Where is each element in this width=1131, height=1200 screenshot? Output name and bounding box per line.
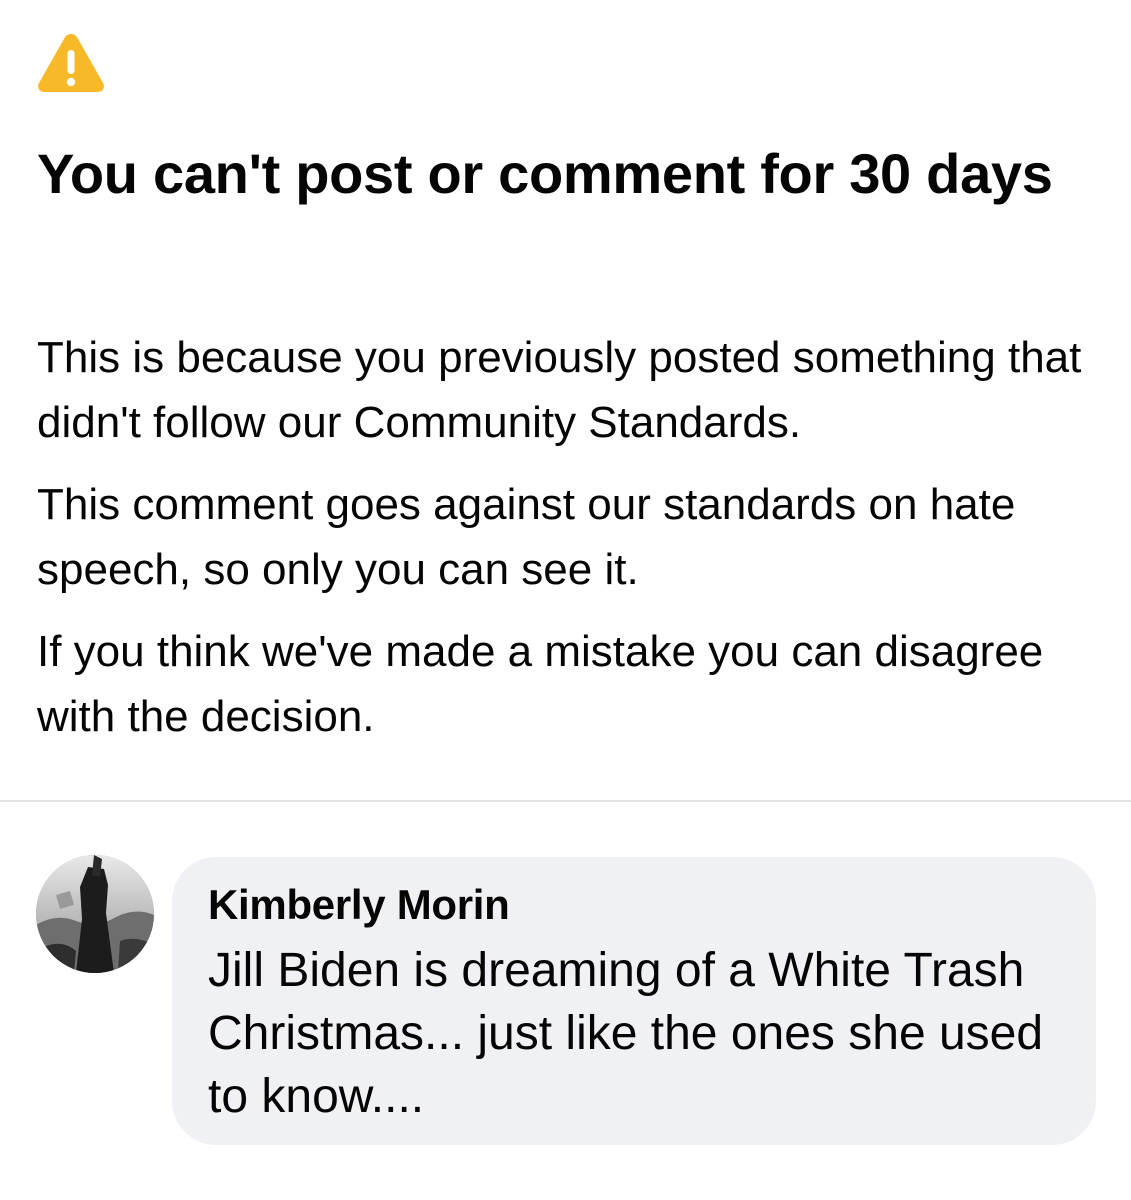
- violation-text: This comment goes against our standards …: [37, 480, 1016, 594]
- section-divider: [0, 800, 1131, 802]
- avatar[interactable]: [36, 855, 154, 973]
- reason-text: This is because you previously posted so…: [37, 333, 1082, 447]
- comment-bubble[interactable]: Kimberly Morin Jill Biden is dreaming of…: [172, 857, 1096, 1145]
- comment-text: Jill Biden is dreaming of a White Trash …: [208, 944, 1044, 1123]
- restriction-notice: You can't post or comment for 30 days Th…: [0, 0, 1131, 800]
- flagged-comment: Kimberly Morin Jill Biden is dreaming of…: [0, 803, 1131, 1200]
- comment-author[interactable]: Kimberly Morin: [208, 879, 510, 931]
- restriction-title: You can't post or comment for 30 days: [37, 142, 1053, 205]
- warning-icon: [36, 30, 106, 94]
- disagree-text: If you think we've made a mistake you ca…: [37, 627, 1044, 741]
